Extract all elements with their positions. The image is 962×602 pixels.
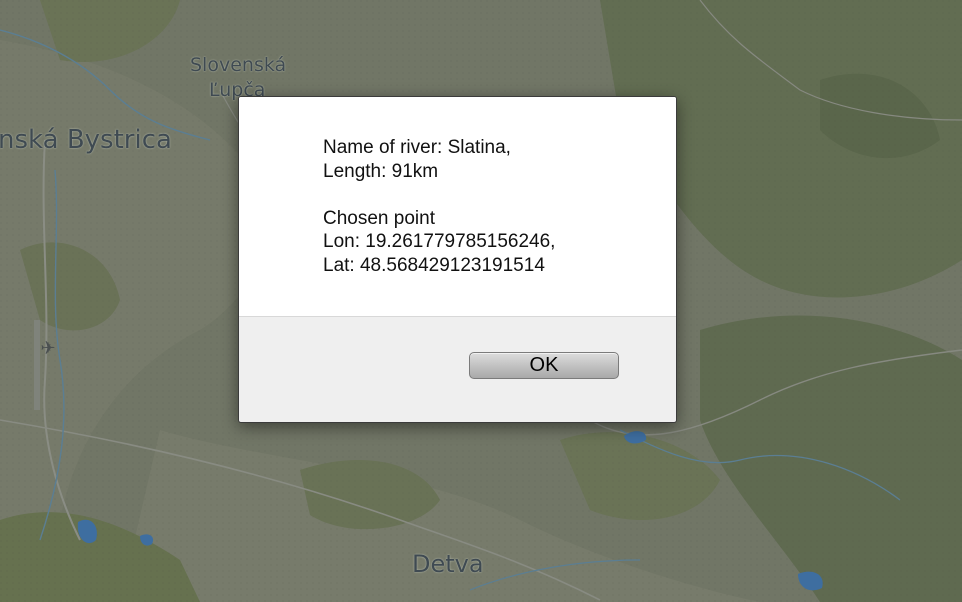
ok-button[interactable]: OK: [469, 352, 619, 379]
alert-dialog: Name of river: Slatina, Length: 91km Cho…: [238, 96, 677, 423]
latitude-text: Lat: 48.568429123191514: [323, 254, 545, 276]
dialog-message: Name of river: Slatina, Length: 91km Cho…: [323, 136, 555, 277]
river-length-text: Length: 91km: [323, 160, 439, 182]
city-label-slovenska: Slovenská: [190, 54, 287, 76]
airplane-icon: ✈: [40, 338, 56, 358]
city-label-detva: Detva: [412, 550, 484, 578]
dialog-message-area: Name of river: Slatina, Length: 91km Cho…: [239, 97, 676, 317]
chosen-point-heading: Chosen point: [323, 207, 435, 229]
longitude-text: Lon: 19.261779785156246,: [323, 231, 556, 252]
river-name-text: Name of river: Slatina,: [323, 137, 511, 158]
city-label-banska-bystrica: nská Bystrica: [0, 125, 172, 155]
message-spacer: [323, 183, 555, 207]
